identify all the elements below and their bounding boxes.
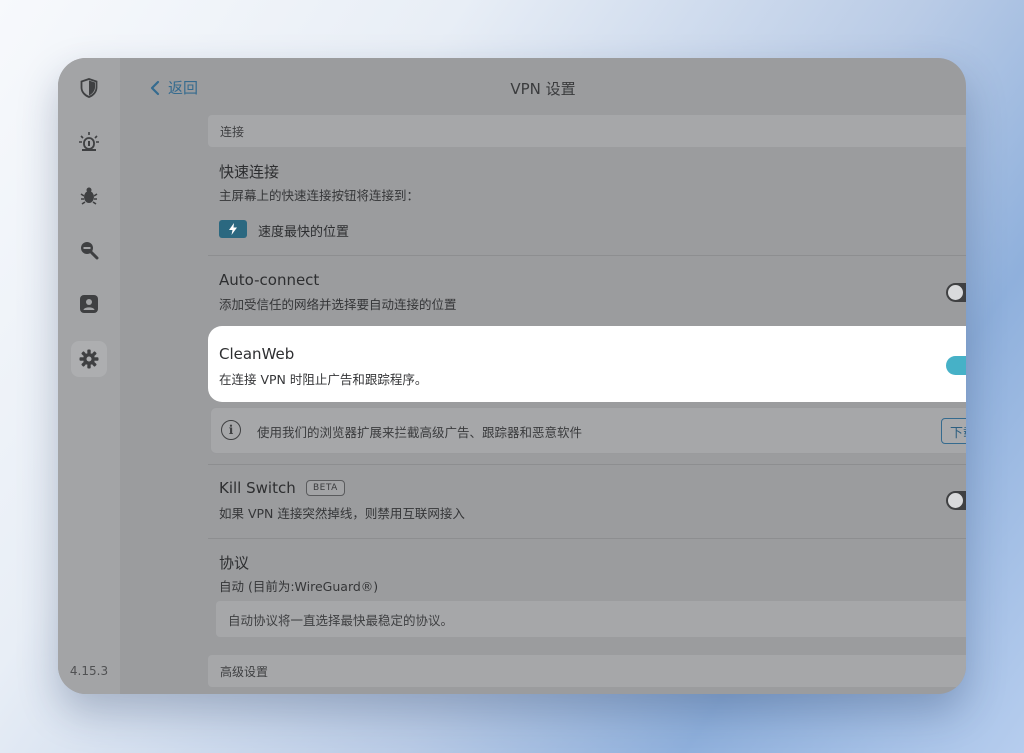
cleanweb-subtitle: 在连接 VPN 时阻止广告和跟踪程序。 bbox=[219, 372, 428, 387]
auto-connect-subtitle: 添加受信任的网络并选择要自动连接的位置 bbox=[219, 297, 457, 312]
gear-icon[interactable] bbox=[71, 341, 107, 377]
shield-icon[interactable] bbox=[75, 74, 103, 102]
bug-icon[interactable] bbox=[75, 182, 103, 210]
toggle-knob bbox=[948, 285, 963, 300]
app-window: 4.15.3 返回 VPN 设置 连接 快速连接 主屏幕上的快速连接按钮将连接到… bbox=[58, 58, 966, 694]
user-icon[interactable] bbox=[75, 290, 103, 318]
section-header-advanced: 高级设置 bbox=[208, 655, 966, 687]
protocol-note: 自动协议将一直选择最快最稳定的协议。 bbox=[216, 601, 966, 637]
divider bbox=[208, 538, 966, 539]
divider bbox=[208, 464, 966, 465]
protocol-title[interactable]: 协议 bbox=[219, 552, 249, 573]
auto-connect-title: Auto-connect bbox=[219, 271, 320, 289]
quick-connect-option[interactable]: 速度最快的位置 bbox=[258, 221, 349, 240]
cleanweb-row bbox=[208, 326, 966, 402]
cleanweb-toggle[interactable] bbox=[946, 356, 966, 375]
auto-connect-toggle[interactable] bbox=[946, 283, 966, 302]
section-header-connection: 连接 bbox=[208, 115, 966, 147]
beta-badge: BETA bbox=[306, 480, 345, 496]
kill-switch-toggle[interactable] bbox=[946, 491, 966, 510]
kill-switch-title: Kill Switch bbox=[219, 479, 296, 497]
lightning-icon bbox=[219, 220, 247, 238]
extension-info-text: 使用我们的浏览器扩展来拦截高级广告、跟踪器和恶意软件 bbox=[257, 425, 583, 440]
protocol-subtitle: 自动 (目前为:WireGuard®) bbox=[219, 579, 379, 594]
download-button[interactable]: 下载 bbox=[940, 418, 966, 444]
quick-connect-title: 快速连接 bbox=[219, 163, 280, 181]
cleanweb-title: CleanWeb bbox=[219, 345, 295, 363]
page-title: VPN 设置 bbox=[510, 80, 576, 98]
toggle-knob bbox=[948, 493, 963, 508]
extension-info-banner: i 使用我们的浏览器扩展来拦截高级广告、跟踪器和恶意软件 下载 bbox=[210, 407, 966, 454]
kill-switch-subtitle: 如果 VPN 连接突然掉线，则禁用互联网接入 bbox=[219, 506, 465, 521]
sidebar: 4.15.3 bbox=[58, 58, 120, 694]
app-version: 4.15.3 bbox=[69, 664, 109, 678]
quick-connect-subtitle: 主屏幕上的快速连接按钮将连接到： bbox=[219, 188, 420, 203]
alert-light-icon[interactable] bbox=[75, 128, 103, 156]
divider bbox=[208, 255, 966, 256]
info-icon: i bbox=[221, 420, 241, 440]
main-content: 返回 VPN 设置 连接 快速连接 主屏幕上的快速连接按钮将连接到： 速度最快的… bbox=[120, 58, 966, 694]
search-icon[interactable] bbox=[75, 236, 103, 264]
